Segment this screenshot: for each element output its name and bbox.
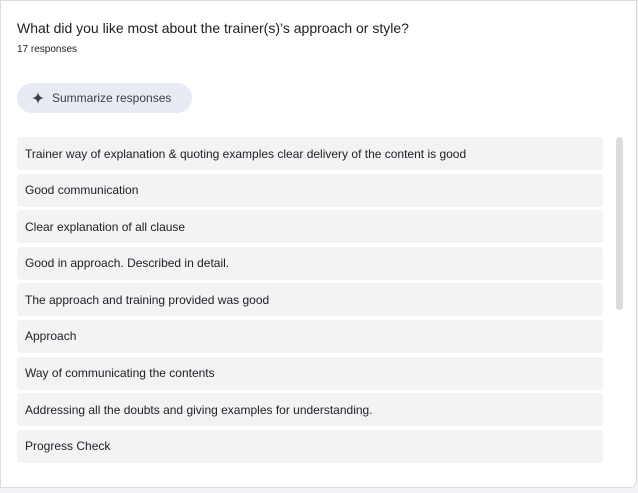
response-row: Progress Check <box>17 429 603 463</box>
question-card: What did you like most about the trainer… <box>0 0 637 488</box>
responses-scrollbar[interactable] <box>614 137 624 465</box>
response-row: Good in approach. Described in detail. <box>17 246 603 280</box>
response-row: Clear explanation of all clause <box>17 210 603 244</box>
response-row: Way of communicating the contents <box>17 356 603 390</box>
summarize-button-label: Summarize responses <box>52 91 172 105</box>
responses-list[interactable]: Trainer way of explanation & quoting exa… <box>17 137 604 465</box>
scrollbar-thumb[interactable] <box>616 137 623 310</box>
summarize-responses-button[interactable]: Summarize responses <box>17 83 192 113</box>
response-row: The approach and training provided was g… <box>17 283 603 317</box>
question-title: What did you like most about the trainer… <box>17 20 409 36</box>
response-count: 17 responses <box>17 44 78 55</box>
response-row: Trainer way of explanation & quoting exa… <box>17 137 603 170</box>
sparkle-icon <box>32 92 44 104</box>
response-row: Approach <box>17 319 603 353</box>
response-row: Addressing all the doubts and giving exa… <box>17 393 603 427</box>
response-row: Good communication <box>17 173 603 207</box>
